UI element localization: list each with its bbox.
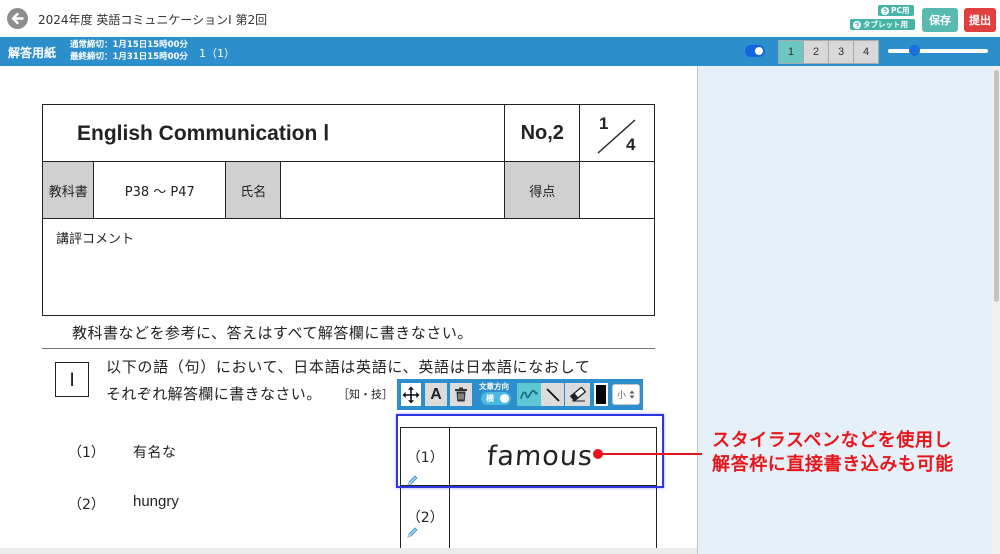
line-tool-button[interactable] [541, 383, 564, 406]
save-button[interactable]: 保存 [922, 8, 958, 32]
submit-button[interactable]: 提出 [964, 8, 996, 32]
move-icon [402, 386, 420, 403]
page-tab-2[interactable]: 2 [803, 40, 829, 64]
callout-line-1: スタイラスペンなどを使用し [712, 430, 953, 451]
move-handle[interactable] [401, 383, 421, 406]
help-icon [853, 20, 861, 29]
pen-size-select[interactable]: 小 [612, 384, 640, 405]
section-number: Ⅰ [69, 368, 75, 391]
page-indicator: 1（1） [199, 47, 235, 60]
deadline-final: 最終締切：1月31日15時00分 [70, 52, 188, 62]
text-tool-label: A [430, 385, 442, 403]
question-tag: ［知・技］ [338, 388, 393, 401]
item-prompt: hungry [133, 493, 179, 510]
item-prompt: 有名な [133, 445, 177, 461]
sheet-number: No,2 [520, 121, 564, 144]
help-icon [881, 6, 889, 15]
pencil-icon[interactable] [406, 527, 418, 539]
direction-label: 文章方向 [479, 382, 509, 391]
sheet-label: 解答用紙 [8, 46, 57, 60]
drawing-toolbar: A 文章方向 横 小 [397, 379, 643, 410]
comment-box: 講評コメント [42, 218, 655, 316]
textbook-label: 教科書 [42, 161, 95, 220]
pen-icon [520, 389, 538, 399]
direction-toggle-knob [500, 394, 509, 403]
textbook-pages: P38 ～ P47 [93, 161, 227, 220]
answer-frame-selection[interactable] [396, 414, 664, 488]
callout-line [602, 453, 702, 455]
page-fraction-cell: 1 4 [579, 104, 655, 163]
callout-text: スタイラスペンなどを使用し 解答枠に直接書き込みも可能 [712, 429, 954, 477]
page-tab-3[interactable]: 3 [828, 40, 854, 64]
callout-line-2: 解答枠に直接書き込みも可能 [712, 454, 954, 475]
help-pc-button[interactable]: PC用 [878, 5, 914, 16]
text-tool-button[interactable]: A [425, 383, 447, 406]
arrow-left-icon [11, 12, 24, 25]
help-tablet-label: タブレット用 [863, 20, 908, 29]
trash-icon [455, 387, 467, 402]
pen-tool-button[interactable] [517, 383, 541, 406]
page-tab-4[interactable]: 4 [853, 40, 879, 64]
pen-size-value: 小 [616, 391, 626, 401]
pen-color-swatch[interactable] [594, 383, 608, 406]
direction-value: 横 [486, 394, 494, 403]
instruction-divider [42, 348, 655, 349]
score-label: 得点 [504, 161, 581, 220]
eraser-icon [569, 387, 586, 402]
sheet-title: English Communication Ⅰ [77, 121, 330, 145]
help-tablet-button[interactable]: タブレット用 [850, 19, 915, 30]
score-field [579, 161, 655, 220]
name-field [280, 161, 506, 220]
horizontal-scroll-track[interactable] [0, 548, 697, 554]
zoom-slider[interactable] [888, 45, 988, 56]
display-toggle[interactable] [745, 45, 765, 57]
question-line-1: 以下の語（句）において、日本語は英語に、英語は日本語になおして [106, 358, 591, 376]
comment-label: 講評コメント [56, 232, 135, 247]
deadline-normal: 通常締切：1月15日15時00分 [70, 40, 188, 50]
side-panel [697, 66, 993, 554]
direction-toggle[interactable]: 横 [481, 392, 511, 405]
instruction-text: 教科書などを参考に、答えはすべて解答欄に書きなさい。 [72, 324, 473, 342]
answer-cell[interactable] [449, 485, 657, 548]
eraser-tool-button[interactable] [565, 383, 590, 406]
deadlines: 通常締切：1月15日15時00分 最終締切：1月31日15時00分 [70, 39, 188, 63]
page-tab-1[interactable]: 1 [778, 40, 804, 64]
help-pc-label: PC用 [891, 6, 910, 15]
select-caret-icon [629, 390, 635, 399]
item-number: （1） [68, 445, 105, 461]
line-icon [545, 387, 560, 402]
back-button[interactable] [7, 8, 28, 29]
pencil-icon[interactable] [406, 475, 418, 487]
pen-color-fill [596, 385, 606, 404]
scrollbar-thumb[interactable] [994, 70, 999, 302]
item-number: （2） [68, 497, 105, 513]
display-toggle-knob [755, 47, 763, 55]
page-fraction-denominator: 4 [626, 135, 636, 154]
page-title: 2024年度 英語コミュニケーションⅠ 第2回 [38, 13, 268, 27]
top-bar: 2024年度 英語コミュニケーションⅠ 第2回 PC用 タブレット用 保存 提出 [0, 0, 1000, 37]
section-number-box: Ⅰ [55, 362, 89, 397]
sheet-number-cell: No,2 [504, 104, 581, 163]
vertical-scrollbar[interactable] [993, 66, 1000, 554]
page-tabs: 1 2 3 4 [778, 40, 879, 64]
question-line-2: それぞれ解答欄に書きなさい。 [106, 385, 322, 403]
sheet-title-cell: English Communication Ⅰ [42, 104, 506, 163]
zoom-slider-knob[interactable] [908, 45, 920, 56]
name-label: 氏名 [225, 161, 282, 220]
delete-button[interactable] [450, 383, 472, 406]
